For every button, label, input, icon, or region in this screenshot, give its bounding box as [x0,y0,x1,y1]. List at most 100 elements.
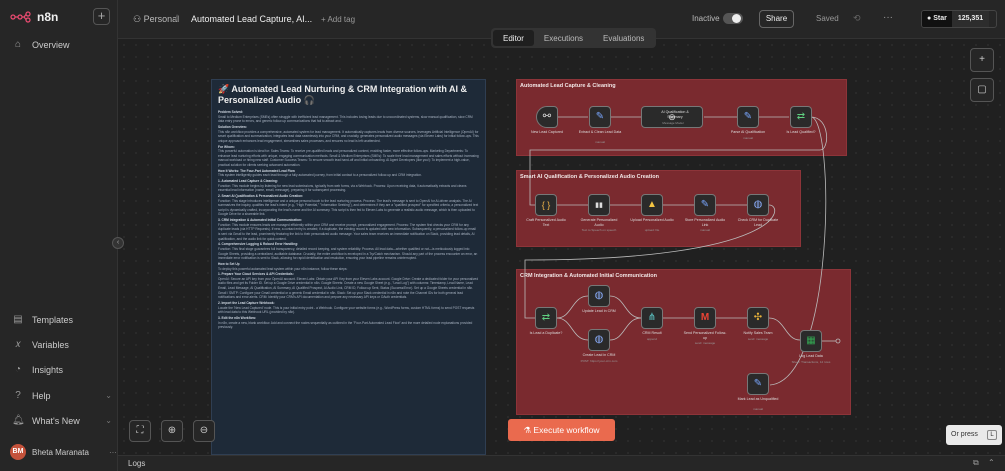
variables-icon: 𝑥 [15,339,21,350]
note-section-heading: 2. Import the Lead Capture Webhook: [218,301,275,306]
zoom-in-icon: ⊕ [167,425,177,436]
craft-text-node[interactable]: { } [535,194,557,216]
sidebar-item-help[interactable]: ? Help ⌄ [12,390,112,401]
share-button[interactable]: Share [759,10,794,28]
execute-workflow-button[interactable]: ⚗ Execute workflow [508,419,615,441]
note-section-text: This system intelligently guides each le… [218,173,422,178]
sidebar-item-whats-new[interactable]: 🔔︎ What's New ⌄ [12,415,112,426]
create-crm-node[interactable]: ◍ [588,329,610,351]
node-subtitle: send: message [694,341,716,345]
logs-label: Logs [128,459,146,468]
more-options-icon[interactable]: ··· [883,12,893,23]
note-section: Problem Solved: Small to Medium Enterpris… [218,110,479,124]
group-title: Automated Lead Capture & Cleaning [520,83,616,89]
chevron-up-icon[interactable]: ⌃ [988,458,995,467]
send-followup-node[interactable]: M [694,307,716,329]
note-section-heading: Problem Solved: [218,110,244,114]
check-crm-node[interactable]: ◍ [747,194,769,216]
drive-icon: ▲ [647,199,657,210]
github-star-button[interactable]: ● Star 125,351 [921,10,997,28]
breadcrumb-project[interactable]: ⚇ Personal [133,14,179,25]
note-section-heading: 4. Comprehensive Logging & Robust Error … [218,242,299,247]
fit-view-icon: ⛶ [136,425,144,436]
node-subtitle: Text to Speech on speech [581,228,617,232]
parse-node[interactable]: ✎ [737,106,759,128]
tab-editor[interactable]: Editor [493,30,534,46]
add-sticky-button[interactable]: ▢ [970,78,994,102]
group-title: CRM Integration & Automated Initial Comm… [520,273,657,279]
bell-icon: 🔔︎ [12,415,25,426]
notify-sales-node[interactable]: ✣ [747,307,769,329]
zoom-out-icon: ⊖ [199,425,209,436]
upload-audio-node[interactable]: ▲ [641,194,663,216]
note-section-text: Function: This module begins by listenin… [218,183,467,193]
sidebar-item-variables[interactable]: 𝑥 Variables [12,339,112,350]
n8n-logo[interactable]: n8n [10,10,58,24]
note-title: 🚀 Automated Lead Nurturing & CRM Integra… [218,84,468,105]
note-section-heading: Solution Overview: [218,124,247,129]
more-icon[interactable]: ··· [109,448,117,457]
is-duplicate-node[interactable]: ⇄ [535,307,557,329]
tab-evaluations[interactable]: Evaluations [593,30,654,46]
n8n-logo-icon [10,11,31,23]
node-label: CRM Result [642,331,662,335]
webhook-icon: ⚯ [542,111,552,122]
note-section: 3. Edit the n8n Workflow: In n8n, create … [218,316,479,330]
add-tag-button[interactable]: + Add tag [321,15,355,24]
crm-result-node[interactable]: ⋔ [641,307,663,329]
sidebar-collapse-button[interactable]: ‹ [112,237,124,249]
node-subtitle: upload: file [644,228,660,232]
node-label: Parse AI Qualification [730,130,766,134]
sticky-note-icon: ▢ [977,84,987,95]
mark-unqualified-node[interactable]: ✎ [747,373,769,395]
fit-view-button[interactable]: ⛶ [129,420,151,442]
zoom-in-button[interactable]: ⊕ [161,420,183,442]
group-title: Smart AI Qualification & Personalized Au… [520,174,659,180]
note-section: How to Set Up To deploy this powerful aut… [218,262,479,271]
update-crm-node[interactable]: ◍ [588,285,610,307]
sidebar-item-label: Variables [32,339,69,350]
note-section-text: OpenAI: Secure an API key from your Open… [218,276,479,300]
zoom-out-button[interactable]: ⊖ [193,420,215,442]
user-menu[interactable]: BM Bheta Maranata ··· [10,444,117,460]
note-section: 4. Comprehensive Logging & Robust Error … [218,242,479,260]
is-qualified-node[interactable]: ⇄ [790,106,812,128]
workflow-name[interactable]: Automated Lead Capture, AI... [191,14,312,24]
webhook-node[interactable]: ⚯ [536,106,558,128]
note-section-text: Small to Medium Enterprises (SMEs) often… [218,114,473,124]
globe-icon: ◍ [594,334,604,345]
breadcrumb-separator: / [175,13,178,23]
edit-icon: ✎ [700,199,710,210]
merge-icon: ⋔ [647,312,657,323]
tab-executions[interactable]: Executions [534,30,593,46]
node-label: New Lead Captured [531,130,563,134]
insights-icon: ◔ [14,364,22,375]
store-link-node[interactable]: ✎ [694,194,716,216]
node-subtitle: manual [753,407,763,411]
audio-icon: ▮▮ [595,202,603,209]
sticky-note[interactable]: 🚀 Automated Lead Nurturing & CRM Integra… [211,79,486,455]
node-label: Mark Lead as Unqualified [737,397,779,401]
templates-icon: ▤ [13,314,23,325]
active-toggle[interactable] [723,13,743,24]
logs-panel[interactable]: Logs ⧉ ⌃ [118,455,1005,471]
plus-icon: + [979,54,985,65]
chevron-down-icon: ⌄ [105,391,112,400]
log-lead-node[interactable]: ▦ [800,330,822,352]
add-node-button[interactable]: + [970,48,994,72]
history-icon[interactable]: ⟲ [853,13,861,24]
note-section-heading: For Whom: [218,144,235,149]
generate-audio-node[interactable]: ▮▮ [588,194,610,216]
edit-icon: ✎ [743,111,753,122]
gmail-icon: M [700,312,710,323]
sidebar-item-templates[interactable]: ▤ Templates [12,314,112,325]
note-section: 2. Smart AI Qualification & Personalized… [218,194,479,217]
sidebar-item-insights[interactable]: ◔ Insights [12,364,112,375]
note-section: Solution Overview: This n8n workflow prov… [218,125,479,143]
node-label: Store Personalized Audio Link [684,218,726,227]
sidebar-item-overview[interactable]: ⌂ Overview [12,39,112,50]
create-button[interactable]: + [93,8,110,25]
expand-icon[interactable]: ⧉ [973,458,979,468]
node-subtitle: Message Model [662,121,684,125]
extract-node[interactable]: ✎ [589,106,611,128]
